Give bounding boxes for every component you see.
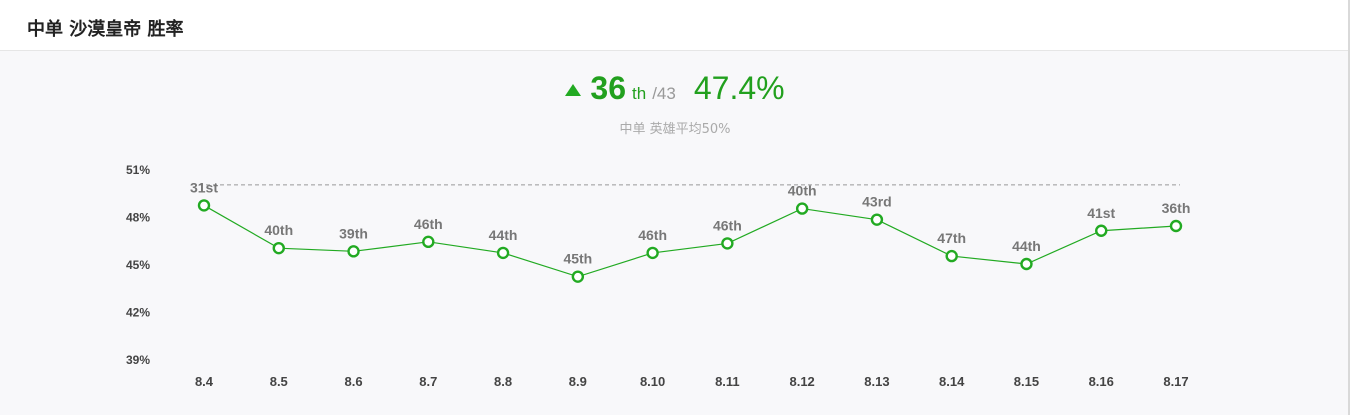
win-rate-line-chart: 51%48%45%42%39% 8.4 8.5 8.6 8.7 8.8 8.9 8.10 8.… [126, 163, 1190, 389]
data-point [571, 270, 585, 283]
data-label: 44th [1012, 238, 1041, 254]
data-label: 40th [788, 183, 817, 199]
y-axis-ticks: 51% 48% 45% 42% 39% [126, 163, 150, 367]
x-tick-label: 8.13 [864, 374, 889, 389]
y-tick-label: 51% [126, 163, 150, 177]
data-point [422, 235, 435, 249]
x-tick-label: 8.5 [270, 374, 288, 389]
data-point [272, 241, 285, 255]
y-tick-label: 42% [126, 306, 150, 320]
data-point [646, 246, 659, 260]
x-tick-label: 8.14 [939, 374, 965, 389]
y-tick-label: 45% [126, 258, 150, 272]
data-label: 36th [1162, 200, 1191, 216]
data-label: 43rd [862, 194, 892, 210]
data-label: 45th [563, 251, 592, 267]
data-label: 40th [264, 222, 293, 238]
data-point [870, 213, 884, 226]
data-label: 44th [489, 227, 518, 243]
data-label: 47th [937, 230, 966, 246]
x-tick-label: 8.9 [569, 374, 587, 389]
x-tick-label: 8.6 [344, 374, 362, 389]
x-tick-label: 8.17 [1163, 374, 1188, 389]
x-tick-label: 8.8 [494, 374, 512, 389]
x-tick-label: 8.7 [419, 374, 437, 389]
x-tick-label: 8.16 [1089, 374, 1114, 389]
data-label: 46th [638, 227, 667, 243]
data-point [347, 245, 360, 258]
x-tick-label: 8.4 [195, 374, 214, 389]
data-point [1020, 257, 1033, 271]
data-point [795, 202, 809, 215]
data-labels-group: 31st 40th 39th 46th 44th 45th 46th 46th 40th 43rd… [190, 179, 1190, 266]
data-label: 31st [190, 179, 218, 195]
y-tick-label: 39% [126, 353, 150, 367]
x-tick-label: 8.15 [1014, 374, 1039, 389]
data-point [1169, 219, 1183, 233]
data-point [945, 249, 958, 263]
x-axis-ticks: 8.4 8.5 8.6 8.7 8.8 8.9 8.10 8.11 8.12 8.13 8.14 8.… [195, 374, 1189, 389]
x-tick-label: 8.10 [640, 374, 665, 389]
data-label: 46th [414, 216, 443, 232]
x-tick-label: 8.11 [715, 374, 740, 389]
y-tick-label: 48% [126, 211, 150, 225]
data-point [496, 246, 510, 260]
data-point [721, 237, 734, 250]
win-rate-panel: 中单 沙漠皇帝 胜率 36 th /43 47.4% 中单 英雄平均50% 51… [0, 0, 1350, 415]
data-label: 39th [339, 225, 368, 241]
data-label: 41st [1087, 205, 1115, 221]
data-point [1095, 224, 1108, 237]
x-tick-label: 8.12 [789, 374, 814, 389]
data-label: 46th [713, 217, 742, 233]
data-point [197, 199, 211, 212]
